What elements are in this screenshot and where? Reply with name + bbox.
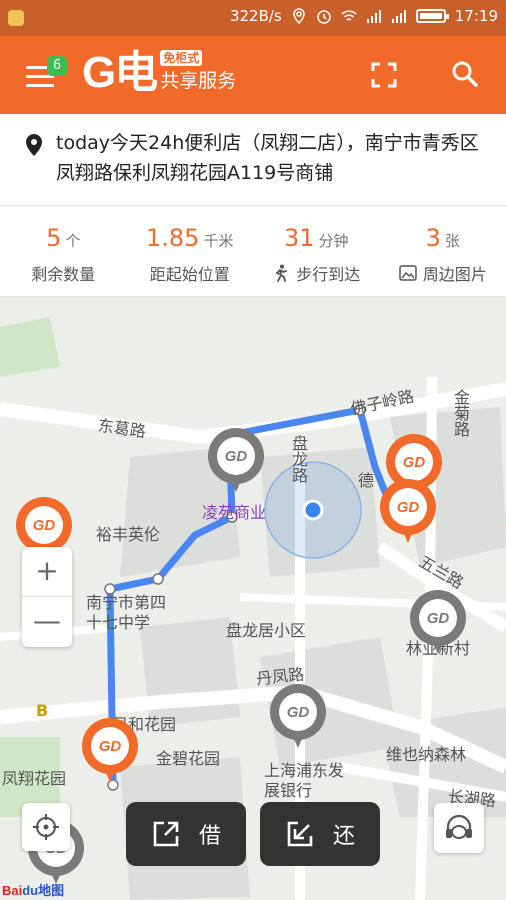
station-pin[interactable]: GD (410, 590, 466, 658)
poi-label: 金碧花园 (156, 749, 221, 768)
poi-label: 上海浦东发展银行 (264, 761, 345, 800)
poi-label: 维也纳森林 (386, 745, 467, 764)
return-icon (287, 821, 313, 847)
app-bar: 6 G电 免柜式 共享服务 (0, 36, 506, 114)
zoom-control: + — (22, 547, 72, 647)
return-button[interactable]: 还 (260, 802, 380, 866)
road-label: 金菊路 (451, 389, 470, 437)
battery-icon (415, 9, 449, 23)
stat-label: 步行到达 (296, 265, 361, 284)
station-logo-icon: GD (419, 599, 457, 637)
poi-label: 盘龙居小区 (226, 621, 307, 640)
station-logo-icon: GD (395, 443, 433, 481)
station-logo-icon: GD (279, 693, 317, 731)
station-pin[interactable]: GD (82, 718, 138, 786)
locate-button[interactable] (22, 803, 70, 851)
poi-label: 南宁市第四十七中学 (86, 593, 167, 632)
stat-label: 距起始位置 (149, 265, 230, 284)
address-text: today今天24h便利店（凤翔二店），南宁市青秀区凤翔路保利凤翔花园A119号… (56, 132, 479, 184)
poi-label: 德 (358, 471, 375, 490)
location-pin-icon (26, 134, 42, 156)
map-marker-b: B (36, 701, 49, 720)
signal-icon (391, 10, 406, 23)
stat-value: 31 (283, 224, 315, 252)
zoom-in-button[interactable]: + (22, 547, 72, 597)
store-stats: 5个 剩余数量 1.85 千米 距起始位置 31 分钟 步行到达 3张 周边图片 (0, 207, 506, 297)
brand-tag: 免柜式 (160, 50, 203, 66)
baidu-logo-text: Bai (2, 883, 23, 898)
map-view[interactable]: 东葛路 佛子岭路 金菊路 盘龙路 凌苑商业 裕丰英伦 德 南宁市第四十七中学 盘… (0, 297, 506, 900)
station-pin[interactable]: GD (208, 428, 264, 496)
stat-distance: 1.85 千米 距起始位置 (127, 207, 254, 296)
poi-label: 裕丰英伦 (96, 525, 161, 544)
station-pin-selected[interactable]: GD (380, 479, 436, 547)
stat-walk-time[interactable]: 31 分钟 步行到达 (253, 207, 380, 296)
stat-unit: 分钟 (318, 232, 349, 250)
stat-label: 剩余数量 (31, 265, 96, 284)
station-logo-icon: GD (389, 488, 427, 526)
station-pin[interactable]: GD (270, 684, 326, 752)
walk-icon (275, 264, 288, 282)
baidu-map-logo: Baidu地图 (2, 880, 64, 899)
stat-value: 1.85 (146, 224, 200, 252)
app-logo: G电 免柜式 共享服务 (82, 50, 236, 96)
search-icon[interactable] (451, 60, 479, 88)
location-icon (293, 8, 305, 24)
stat-unit: 个 (65, 232, 81, 250)
alarm-icon (317, 10, 331, 24)
stat-value: 5 (46, 224, 62, 252)
signal-icon (366, 10, 381, 23)
clock: 17:19 (454, 7, 498, 25)
zoom-out-button[interactable]: — (22, 597, 72, 647)
brand-name: G电 (82, 48, 158, 97)
road-label: 盘龙路 (289, 435, 308, 483)
borrow-icon (153, 821, 179, 847)
crosshair-icon (33, 814, 59, 840)
stat-label: 周边图片 (422, 265, 487, 284)
borrow-label: 借 (198, 824, 221, 849)
borrow-button[interactable]: 借 (126, 802, 246, 866)
image-icon (398, 265, 417, 281)
poi-label: 凤翔花园 (2, 769, 67, 788)
status-bar: 322B/s 17:19 (0, 0, 506, 36)
scan-icon[interactable] (371, 62, 397, 88)
station-logo-icon: GD (91, 727, 129, 765)
network-speed: 322B/s (229, 7, 282, 25)
brand-subtitle: 共享服务 (160, 70, 237, 92)
notification-badge: 6 (47, 56, 67, 76)
poi-label: 凌苑商业 (202, 503, 267, 522)
return-label: 还 (332, 824, 355, 849)
stat-photos[interactable]: 3张 周边图片 (380, 207, 506, 296)
stat-unit: 张 (444, 232, 460, 250)
customer-service-button[interactable] (434, 803, 484, 853)
stat-unit: 千米 (203, 232, 234, 250)
station-logo-icon: GD (217, 437, 255, 475)
wifi-icon (341, 10, 357, 21)
stat-value: 3 (425, 224, 441, 252)
headset-icon (446, 814, 472, 839)
store-address: today今天24h便利店（凤翔二店），南宁市青秀区凤翔路保利凤翔花园A119号… (0, 114, 506, 206)
baidu-logo-text: du地图 (22, 883, 65, 898)
notification-icon (8, 10, 24, 26)
stat-remaining: 5个 剩余数量 (0, 207, 127, 296)
station-logo-icon: GD (25, 506, 63, 544)
